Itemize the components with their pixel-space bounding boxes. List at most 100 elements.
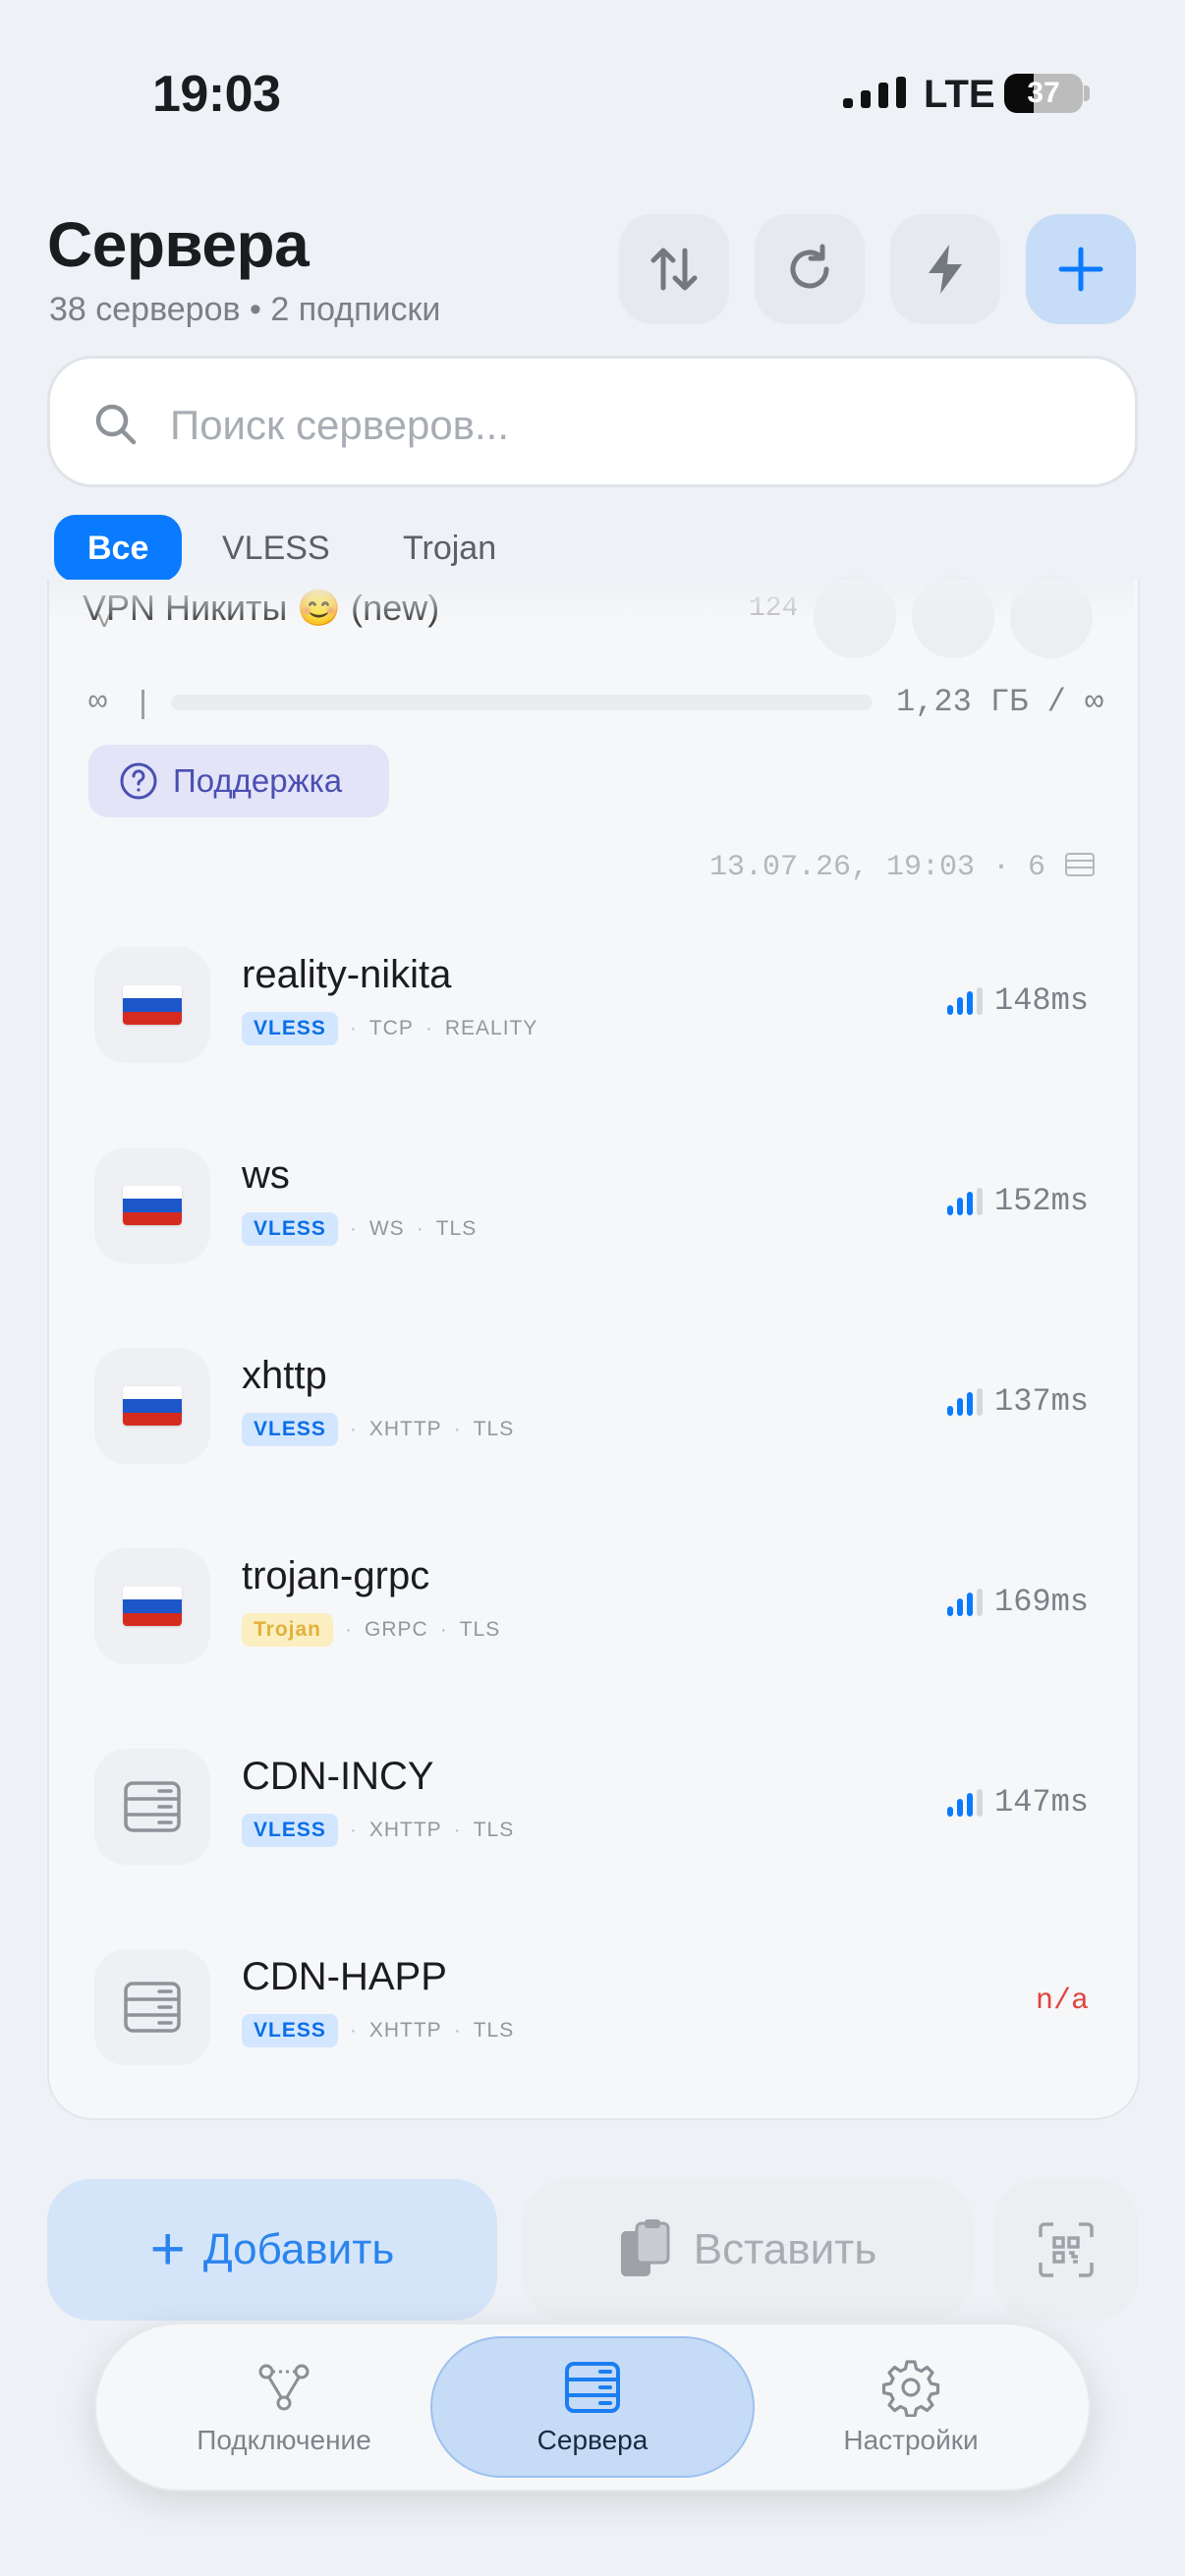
cellular-signal-icon bbox=[843, 77, 906, 108]
server-icon-box bbox=[94, 1148, 210, 1263]
qr-scan-icon bbox=[1039, 2222, 1094, 2277]
signal-strength-icon bbox=[946, 1387, 983, 1416]
server-icon bbox=[124, 1982, 181, 2033]
protocol-badge: Trojan bbox=[242, 1613, 334, 1647]
meta-separator: · bbox=[416, 1217, 424, 1240]
battery-icon: 37 bbox=[1004, 74, 1083, 113]
search-icon bbox=[95, 404, 137, 445]
traffic-progress bbox=[171, 695, 873, 710]
server-count-icon bbox=[1065, 853, 1095, 876]
server-name: reality-nikita bbox=[242, 953, 452, 996]
network-type: LTE bbox=[924, 73, 995, 116]
server-meta: Trojan · GRPC · TLS bbox=[242, 1613, 500, 1647]
server-name: CDN-INCY bbox=[242, 1755, 434, 1798]
security-label: TLS bbox=[473, 1819, 515, 1841]
ping-indicator: n/a bbox=[1036, 1985, 1089, 2018]
server-name: ws bbox=[242, 1153, 290, 1197]
meta-separator: · bbox=[453, 1418, 462, 1440]
lightning-icon bbox=[929, 245, 962, 294]
filter-chip-vless[interactable]: VLESS bbox=[189, 515, 364, 582]
ping-value: 137ms bbox=[993, 1383, 1089, 1420]
meta-separator: · bbox=[349, 2019, 358, 2042]
signal-strength-icon bbox=[946, 1187, 983, 1215]
server-name: trojan-grpc bbox=[242, 1554, 430, 1597]
russia-flag-icon bbox=[123, 1386, 182, 1426]
server-row[interactable]: CDN-INCY VLESS · XHTTP · TLS 147ms bbox=[90, 1745, 1095, 1867]
page-title: Сервера bbox=[47, 209, 310, 280]
server-icon-box bbox=[94, 947, 210, 1063]
ping-value: 152ms bbox=[993, 1183, 1089, 1219]
server-icon-box bbox=[94, 1548, 210, 1664]
search-bar bbox=[47, 356, 1138, 487]
protocol-badge: VLESS bbox=[242, 1814, 338, 1847]
add-button[interactable]: + Добавить bbox=[47, 2179, 497, 2321]
filter-chip-all[interactable]: Все bbox=[54, 515, 183, 582]
meta-separator: · bbox=[439, 1618, 448, 1641]
transport-label: XHTTP bbox=[368, 2019, 442, 2042]
security-label: TLS bbox=[473, 2019, 515, 2042]
transport-label: GRPC bbox=[365, 1618, 428, 1641]
protocol-badge: VLESS bbox=[242, 1212, 338, 1246]
filter-chip-trojan[interactable]: Trojan bbox=[369, 515, 530, 582]
sort-icon bbox=[650, 248, 698, 291]
battery-tip bbox=[1084, 85, 1090, 101]
add-server-button[interactable] bbox=[1026, 214, 1136, 324]
russia-flag-icon bbox=[123, 985, 182, 1025]
support-button[interactable]: Поддержка bbox=[88, 745, 389, 817]
speed-test-button[interactable] bbox=[890, 214, 1000, 324]
transport-label: XHTTP bbox=[368, 1418, 442, 1440]
server-icon-box bbox=[94, 1348, 210, 1464]
plus-icon: + bbox=[149, 2215, 186, 2283]
server-meta: VLESS · WS · TLS bbox=[242, 1212, 477, 1246]
protocol-badge: VLESS bbox=[242, 1012, 338, 1045]
refresh-button[interactable] bbox=[755, 214, 865, 324]
help-icon bbox=[120, 762, 157, 800]
security-label: TLS bbox=[459, 1618, 501, 1641]
server-meta: VLESS · TCP · REALITY bbox=[242, 1012, 537, 1045]
signal-strength-icon bbox=[946, 1588, 983, 1616]
ping-value: 148ms bbox=[993, 982, 1089, 1019]
ping-value: 169ms bbox=[993, 1584, 1089, 1620]
meta-separator: · bbox=[424, 1017, 433, 1039]
server-row[interactable]: reality-nikita VLESS · TCP · REALITY 148ms bbox=[90, 943, 1095, 1065]
transport-label: WS bbox=[368, 1217, 405, 1240]
scan-qr-button[interactable] bbox=[994, 2179, 1138, 2321]
server-row[interactable]: ws VLESS · WS · TLS 152ms bbox=[90, 1144, 1095, 1265]
paste-button-label: Вставить bbox=[693, 2225, 877, 2273]
russia-flag-icon bbox=[123, 1186, 182, 1225]
ping-value: n/a bbox=[1035, 1985, 1089, 2018]
protocol-badge: VLESS bbox=[242, 2014, 338, 2047]
traffic-usage: 1,23 ГБ / ∞ bbox=[896, 684, 1104, 720]
support-label: Поддержка bbox=[173, 762, 343, 799]
security-label: TLS bbox=[435, 1217, 478, 1240]
tab-connection-label: Подключение bbox=[197, 2425, 371, 2455]
ping-indicator: 152ms bbox=[946, 1183, 1089, 1219]
refresh-icon bbox=[790, 244, 829, 289]
meta-separator: · bbox=[349, 1819, 358, 1841]
server-name: xhttp bbox=[242, 1354, 327, 1397]
meta-separator: · bbox=[345, 1618, 354, 1641]
transport-label: XHTTP bbox=[368, 1819, 442, 1841]
subscription-limit: ∞ bbox=[88, 684, 108, 720]
status-time: 19:03 bbox=[152, 66, 281, 123]
search-input[interactable] bbox=[168, 388, 1105, 463]
sort-button[interactable] bbox=[619, 214, 729, 324]
battery-level: 37 bbox=[1027, 77, 1060, 109]
server-name: CDN-HAPP bbox=[242, 1955, 447, 1998]
server-row[interactable]: CDN-HAPP VLESS · XHTTP · TLS n/a bbox=[90, 1945, 1095, 2067]
tab-settings-label: Настройки bbox=[843, 2425, 979, 2455]
signal-strength-icon bbox=[946, 1788, 983, 1817]
paste-button[interactable]: Вставить bbox=[523, 2179, 973, 2321]
add-button-label: Добавить bbox=[202, 2225, 395, 2273]
transport-label: TCP bbox=[368, 1017, 414, 1039]
tab-connection[interactable]: Подключение bbox=[122, 2336, 446, 2478]
tab-settings[interactable]: Настройки bbox=[749, 2336, 1073, 2478]
server-meta: VLESS · XHTTP · TLS bbox=[242, 2014, 514, 2047]
clipboard-icon bbox=[620, 2219, 670, 2276]
server-row[interactable]: xhttp VLESS · XHTTP · TLS 137ms bbox=[90, 1344, 1095, 1466]
server-icon-box bbox=[94, 1949, 210, 2065]
connection-icon bbox=[258, 2364, 310, 2411]
server-row[interactable]: trojan-grpc Trojan · GRPC · TLS 169ms bbox=[90, 1544, 1095, 1666]
tab-servers[interactable]: Сервера bbox=[430, 2336, 755, 2478]
tab-servers-label: Сервера bbox=[536, 2425, 649, 2455]
